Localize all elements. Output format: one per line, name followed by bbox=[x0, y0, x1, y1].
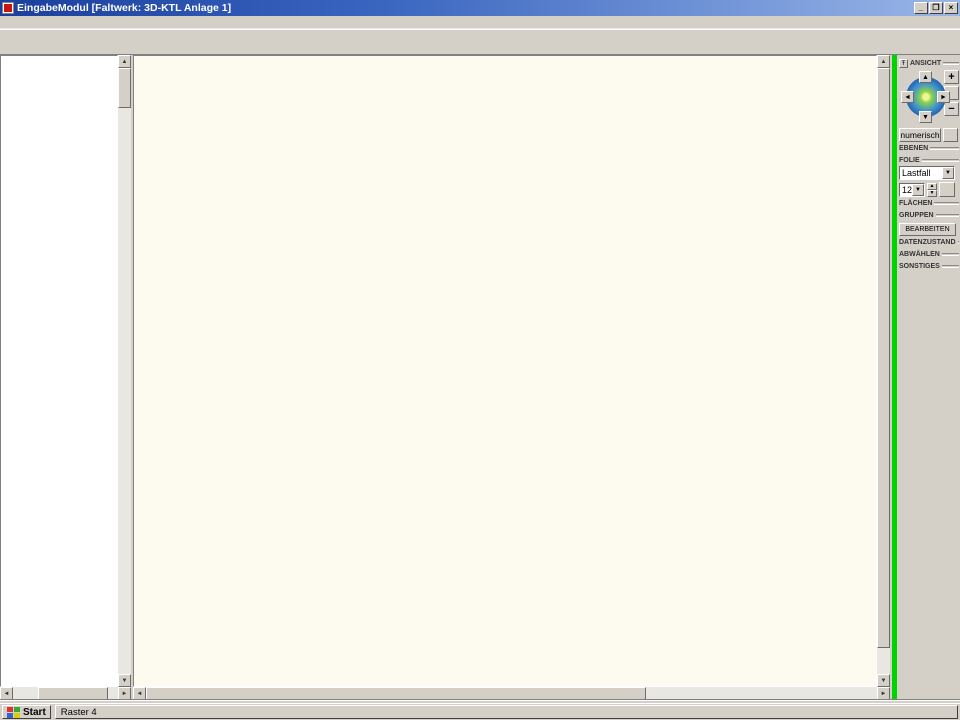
folie-zoom-button[interactable] bbox=[939, 182, 955, 197]
menu-bar bbox=[0, 16, 960, 29]
project-tree bbox=[0, 55, 118, 687]
bearbeiten-button[interactable]: BEARBEITEN bbox=[899, 223, 956, 236]
section-sonstiges-label: SONSTIGES bbox=[899, 263, 940, 270]
section-datenzustand-label: DATENZUSTAND bbox=[899, 239, 956, 246]
scroll-down-icon[interactable]: ▼ bbox=[118, 674, 131, 687]
title-bar: EingabeModul [Faltwerk: 3D-KTL Anlage 1]… bbox=[0, 0, 960, 16]
folie-type-select[interactable]: Lastfall ▼ bbox=[899, 166, 955, 180]
scroll-thumb[interactable] bbox=[877, 68, 890, 648]
chevron-down-icon[interactable]: ▼ bbox=[942, 167, 954, 179]
pin-button[interactable]: Ŧ bbox=[899, 59, 908, 68]
app-icon bbox=[2, 2, 14, 14]
start-button[interactable]: Start bbox=[2, 705, 51, 719]
rotate-up-button[interactable]: ▲ bbox=[919, 71, 932, 83]
minimize-button[interactable]: _ bbox=[914, 2, 928, 14]
folie-number-select[interactable]: 12 ▼ bbox=[899, 183, 925, 197]
rotate-down-button[interactable]: ▼ bbox=[919, 111, 932, 123]
rotate-left-button[interactable]: ◄ bbox=[901, 91, 914, 103]
section-flaechen-label: FLÄCHEN bbox=[899, 200, 932, 207]
canvas-vertical-scrollbar[interactable]: ▲ ▼ bbox=[877, 55, 890, 687]
section-folie-label: FOLIE bbox=[899, 157, 920, 164]
folie-spinner[interactable]: ▲ ▼ bbox=[927, 183, 937, 197]
view-rotation-control: ▲ ◄ ► ▼ bbox=[899, 70, 947, 126]
tree-vertical-scrollbar[interactable]: ▲ ▼ bbox=[118, 55, 131, 687]
numerisch-button[interactable]: numerisch bbox=[899, 128, 941, 142]
save-view-icon[interactable] bbox=[943, 128, 958, 142]
maximize-button[interactable]: ❐ bbox=[929, 2, 943, 14]
section-ebenen-label: EBENEN bbox=[899, 145, 928, 152]
windows-logo-icon bbox=[7, 707, 20, 718]
close-button[interactable]: × bbox=[944, 2, 958, 14]
scroll-up-icon[interactable]: ▲ bbox=[877, 55, 890, 68]
scroll-up-icon[interactable]: ▲ bbox=[118, 55, 131, 68]
taskbar: Start Raster 4 bbox=[0, 703, 960, 720]
section-abwaehlen-label: ABWÄHLEN bbox=[899, 251, 940, 258]
toolbar bbox=[0, 29, 960, 55]
spin-down-icon[interactable]: ▼ bbox=[927, 190, 937, 197]
3d-canvas[interactable] bbox=[133, 55, 877, 687]
spin-up-icon[interactable]: ▲ bbox=[927, 183, 937, 190]
scroll-thumb[interactable] bbox=[118, 68, 131, 108]
section-ansicht-label: ANSICHT bbox=[910, 60, 941, 67]
scroll-down-icon[interactable]: ▼ bbox=[877, 674, 890, 687]
rotate-right-button[interactable]: ► bbox=[937, 91, 950, 103]
window-title: EingabeModul [Faltwerk: 3D-KTL Anlage 1] bbox=[17, 2, 914, 14]
section-gruppen-label: GRUPPEN bbox=[899, 212, 934, 219]
control-sidebar: Ŧ ANSICHT ▲ ◄ ► ▼ + − numerisch EBENEN F… bbox=[897, 55, 960, 700]
3d-view[interactable] bbox=[134, 56, 876, 686]
chevron-down-icon[interactable]: ▼ bbox=[912, 184, 924, 196]
taskbar-item[interactable]: Raster 4 bbox=[55, 705, 958, 719]
